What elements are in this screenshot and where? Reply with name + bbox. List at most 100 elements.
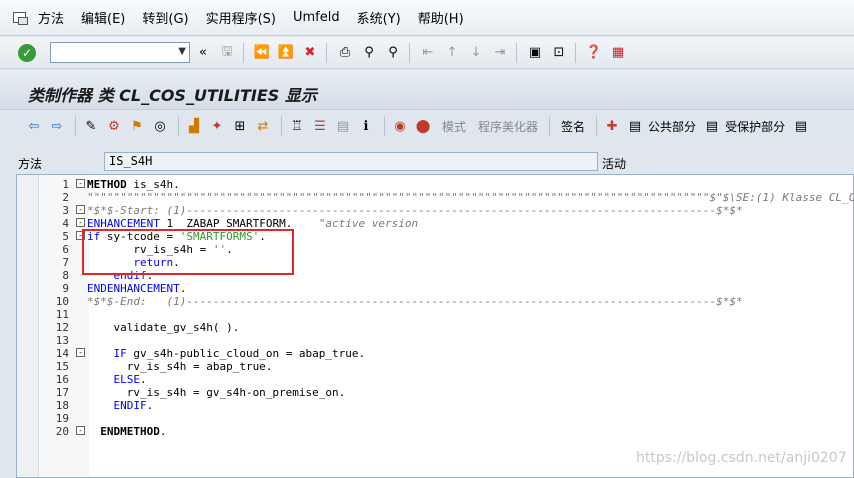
shortcut-icon[interactable]: ⊡ (548, 42, 570, 64)
command-field[interactable]: ▼ (50, 42, 190, 63)
code-text: rv_is_s4h = gv_s4h-on_premise_on. (87, 386, 346, 399)
method-row: 方法 IS_S4H 活动 (0, 150, 854, 174)
fold-toggle-icon[interactable]: - (76, 348, 85, 357)
page-title: 类制作器 类 CL_COS_UTILITIES 显示 (28, 86, 317, 105)
prev-page-icon[interactable]: ↑ (441, 42, 463, 64)
protected-doc-icon[interactable]: ▤ (702, 116, 722, 136)
first-page-icon[interactable]: ⇤ (417, 42, 439, 64)
code-line[interactable]: 3- *$*$-Start: (1)-----------------------… (17, 204, 854, 217)
code-text: IF gv_s4h-public_cloud_on = abap_true. (113, 347, 366, 360)
code-text: validate_gv_s4h( ). (87, 321, 240, 334)
activate-icon[interactable]: ⚙ (104, 116, 124, 136)
toolbar-separator (326, 42, 327, 63)
fold-toggle-icon[interactable]: - (76, 179, 85, 188)
code-line[interactable]: 16 ELSE. (17, 373, 854, 386)
line-number: 1 (62, 178, 69, 191)
code-line[interactable]: 10 *$*$-End: (1)-------------------------… (17, 295, 854, 308)
save-icon[interactable]: 🖫 (216, 42, 238, 64)
line-number: 2 (62, 191, 69, 204)
doc-icon[interactable]: ▤ (625, 116, 645, 136)
layout-icon[interactable]: ▦ (607, 42, 629, 64)
command-input[interactable] (51, 43, 169, 62)
code-line[interactable]: 14- IF gv_s4h-public_cloud_on = abap_tru… (17, 347, 854, 360)
menu-help[interactable]: 帮助(H) (418, 8, 464, 27)
menu-umfeld[interactable]: Umfeld (293, 10, 340, 25)
stack-icon[interactable]: ☰ (310, 116, 330, 136)
info-icon[interactable]: ℹ (356, 116, 376, 136)
toolbar-separator (409, 42, 410, 63)
check-icon[interactable]: ⚑ (127, 116, 147, 136)
help-icon[interactable]: ❓ (583, 42, 605, 64)
line-number: 20 (55, 425, 69, 438)
menu-goto[interactable]: 转到(G) (142, 8, 188, 27)
code-text: *$*$-End: (1)---------------------------… (87, 295, 743, 308)
code-line[interactable]: 11 (17, 308, 854, 321)
signature-button[interactable]: 签名 (561, 118, 585, 135)
line-number: 15 (55, 360, 69, 373)
code-text: ENDIF. (113, 399, 154, 412)
display-change-icon[interactable]: ✎ (81, 116, 101, 136)
private-doc-icon[interactable]: ▤ (791, 116, 811, 136)
session-breakpoint-icon[interactable]: ⬤ (413, 116, 433, 136)
line-number: 19 (55, 412, 69, 425)
code-line[interactable]: 2 """""""""""""""""""""""""""""""""""""""… (17, 191, 854, 204)
code-line[interactable]: 15 rv_is_s4h = abap_true. (17, 360, 854, 373)
menu-utilities[interactable]: 实用程序(S) (206, 8, 276, 27)
code-line[interactable]: 19 (17, 412, 854, 425)
mode-button[interactable]: 模式 (442, 118, 466, 135)
protected-section-button[interactable]: 受保护部分 (725, 118, 785, 135)
object-list-icon[interactable]: ▟ (184, 116, 204, 136)
line-number: 6 (62, 243, 69, 256)
toolbar-separator (549, 116, 551, 136)
last-page-icon[interactable]: ⇥ (489, 42, 511, 64)
window-icon[interactable] (12, 10, 28, 26)
navigate-icon[interactable]: ⊞ (230, 116, 250, 136)
find-next-icon[interactable]: ⚲ (382, 42, 404, 64)
menu-system[interactable]: 系统(Y) (357, 8, 401, 27)
line-number: 17 (55, 386, 69, 399)
table-icon[interactable]: ▤ (333, 116, 353, 136)
arrow-right-icon[interactable]: ⇨ (47, 116, 67, 136)
enter-check-icon[interactable]: ✓ (18, 43, 36, 62)
toolbar-separator (575, 42, 576, 63)
code-line[interactable]: 9 ENDENHANCEMENT. (17, 282, 854, 295)
code-line[interactable]: 18 ENDIF. (17, 399, 854, 412)
next-page-icon[interactable]: ↓ (465, 42, 487, 64)
method-field[interactable]: IS_S4H (104, 152, 598, 171)
arrow-left-icon[interactable]: ⇦ (24, 116, 44, 136)
where-used-icon[interactable]: ◎ (150, 116, 170, 136)
chevron-down-icon[interactable]: ▼ (178, 46, 186, 57)
code-editor[interactable]: 1- METHOD is_s4h. 2 """""""""""""""""""""""… (16, 174, 854, 478)
menu-bar: 方法 编辑(E) 转到(G) 实用程序(S) Umfeld 系统(Y) 帮助(H… (0, 0, 854, 36)
exit-icon[interactable]: ⏫ (275, 42, 297, 64)
public-section-button[interactable]: 公共部分 (648, 118, 696, 135)
find-icon[interactable]: ⚲ (358, 42, 380, 64)
toolbar-separator (384, 116, 385, 136)
fold-toggle-icon[interactable]: - (76, 205, 85, 214)
new-session-icon[interactable]: ▣ (524, 42, 546, 64)
code-line[interactable]: 1- METHOD is_s4h. (17, 178, 854, 191)
enhance-wand-icon[interactable]: ✦ (207, 116, 227, 136)
fold-toggle-icon[interactable]: - (76, 218, 85, 227)
line-number: 9 (62, 282, 69, 295)
public-section-icon[interactable]: ✚ (602, 116, 622, 136)
collapse-chevrons[interactable]: « (192, 42, 214, 64)
code-line[interactable]: 13 (17, 334, 854, 347)
code-text: ENDMETHOD. (100, 425, 167, 438)
code-text: ELSE. (113, 373, 147, 386)
code-line[interactable]: 17 rv_is_s4h = gv_s4h-on_premise_on. (17, 386, 854, 399)
breakpoint-icon[interactable]: ◉ (390, 116, 410, 136)
pretty-printer-button[interactable]: 程序美化器 (478, 118, 538, 135)
cancel-icon[interactable]: ✖ (299, 42, 321, 64)
code-text: *$*$-Start: (1)-------------------------… (87, 204, 743, 217)
menu-edit[interactable]: 编辑(E) (81, 8, 125, 27)
back-icon[interactable]: ⏪ (251, 42, 273, 64)
code-line[interactable]: 12 validate_gv_s4h( ). (17, 321, 854, 334)
move-icon[interactable]: ⇄ (253, 116, 273, 136)
menu-method[interactable]: 方法 (38, 8, 64, 27)
print-icon[interactable]: ⎙ (334, 42, 356, 64)
application-toolbar: ⇦ ⇨ ✎ ⚙ ⚑ ◎ ▟ ✦ ⊞ ⇄ ♖ ☰ ▤ ℹ ◉ ⬤ 模式 程序美化器… (0, 111, 854, 141)
fold-toggle-icon[interactable]: - (76, 426, 85, 435)
code-line[interactable]: 20- ENDMETHOD. (17, 425, 854, 438)
hierarchy-icon[interactable]: ♖ (287, 116, 307, 136)
